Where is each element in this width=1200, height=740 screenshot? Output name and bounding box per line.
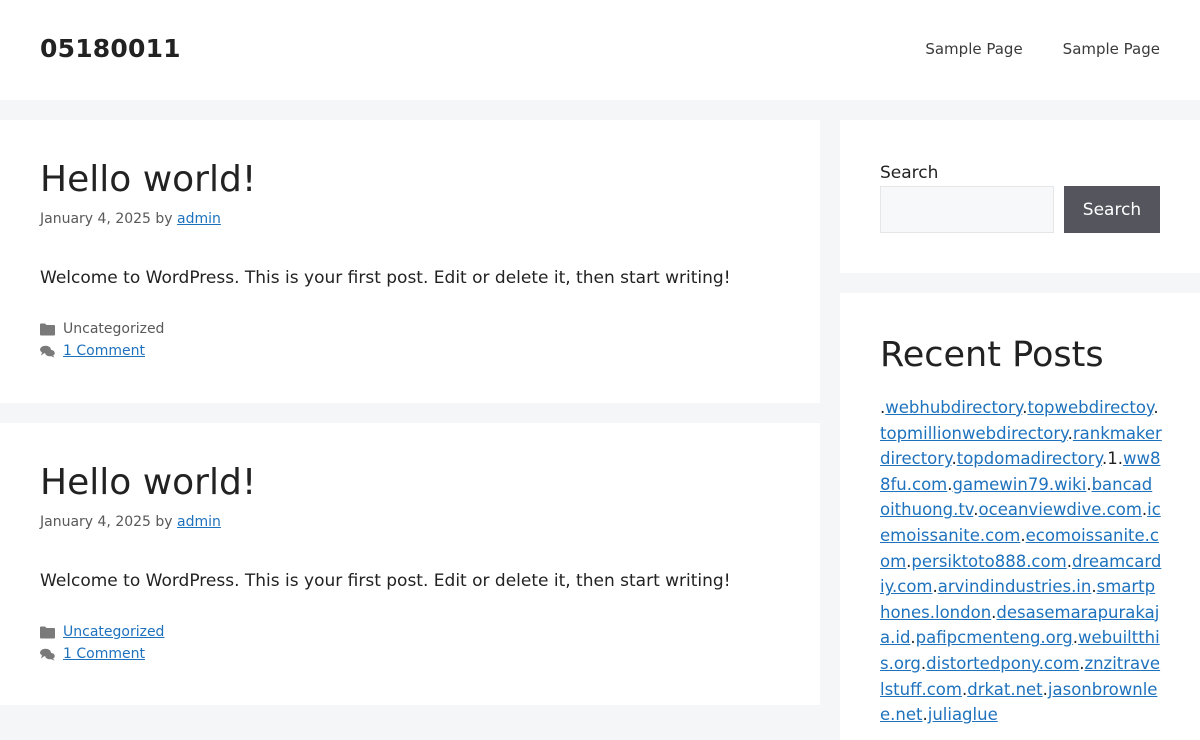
folder-icon (40, 626, 55, 638)
recent-post-link[interactable]: distortedpony.com (926, 654, 1079, 673)
post-category: Uncategorized (40, 622, 164, 642)
recent-post-link[interactable]: gamewin79.wiki (953, 475, 1087, 494)
post-comments: 1 Comment (40, 644, 145, 664)
search-input[interactable] (880, 186, 1054, 233)
search-button[interactable]: Search (1064, 186, 1160, 233)
site-header: 05180011 Sample Page Sample Page (0, 0, 1200, 100)
recent-post-link[interactable]: topdomadirectory (957, 449, 1102, 468)
post-date[interactable]: January 4, 2025 (40, 211, 151, 227)
post-category-label: Uncategorized (63, 321, 165, 337)
recent-posts-widget: Recent Posts .webhubdirectory.topwebdire… (840, 293, 1200, 740)
recent-post-link[interactable]: webhubdirectory (885, 398, 1022, 417)
post-date[interactable]: January 4, 2025 (40, 514, 151, 530)
recent-post-link[interactable]: topmillionwebdirectory (880, 424, 1068, 443)
folder-icon (40, 323, 55, 335)
post-meta: January 4, 2025 by admin (40, 512, 221, 532)
post-title[interactable]: Hello world! (40, 158, 256, 202)
comments-icon (40, 345, 55, 358)
recent-posts-list: .webhubdirectory.topwebdirectoy.topmilli… (880, 395, 1162, 728)
post-by: by (155, 211, 173, 227)
post-author-link[interactable]: admin (177, 514, 221, 530)
recent-separator: . (1153, 398, 1159, 417)
search-label: Search (880, 163, 939, 183)
search-widget: Search Search (840, 120, 1200, 273)
site-title[interactable]: 05180011 (40, 33, 181, 65)
post-comments-link[interactable]: 1 Comment (63, 341, 145, 361)
post-author-link[interactable]: admin (177, 211, 221, 227)
post-card: Hello world! January 4, 2025 by admin We… (0, 423, 820, 705)
recent-post-link[interactable]: pafipcmenteng.org (916, 628, 1073, 647)
nav-link-sample-page-1[interactable]: Sample Page (925, 38, 1022, 60)
recent-post-link[interactable]: persiktoto888.com (911, 552, 1066, 571)
recent-post-link[interactable]: juliaglue (928, 705, 998, 724)
post-category-link[interactable]: Uncategorized (63, 622, 164, 642)
post-comments: 1 Comment (40, 341, 145, 361)
nav-link-sample-page-2[interactable]: Sample Page (1063, 38, 1160, 60)
post-excerpt: Welcome to WordPress. This is your first… (40, 571, 731, 591)
recent-post-link[interactable]: topwebdirectoy (1027, 398, 1153, 417)
post-excerpt: Welcome to WordPress. This is your first… (40, 268, 731, 288)
recent-posts-title: Recent Posts (880, 335, 1104, 375)
post-comments-link[interactable]: 1 Comment (63, 644, 145, 664)
recent-separator: .1. (1101, 449, 1123, 469)
recent-post-link[interactable]: oceanviewdive.com (979, 500, 1142, 519)
post-card: Hello world! January 4, 2025 by admin We… (0, 120, 820, 403)
post-category: Uncategorized (40, 319, 164, 339)
post-meta: January 4, 2025 by admin (40, 209, 221, 229)
recent-post-link[interactable]: arvindindustries.in (938, 577, 1092, 596)
recent-post-link[interactable]: drkat.net (967, 680, 1042, 699)
main-nav: Sample Page Sample Page (925, 38, 1160, 60)
post-title[interactable]: Hello world! (40, 461, 256, 505)
comments-icon (40, 648, 55, 661)
post-by: by (155, 514, 173, 530)
